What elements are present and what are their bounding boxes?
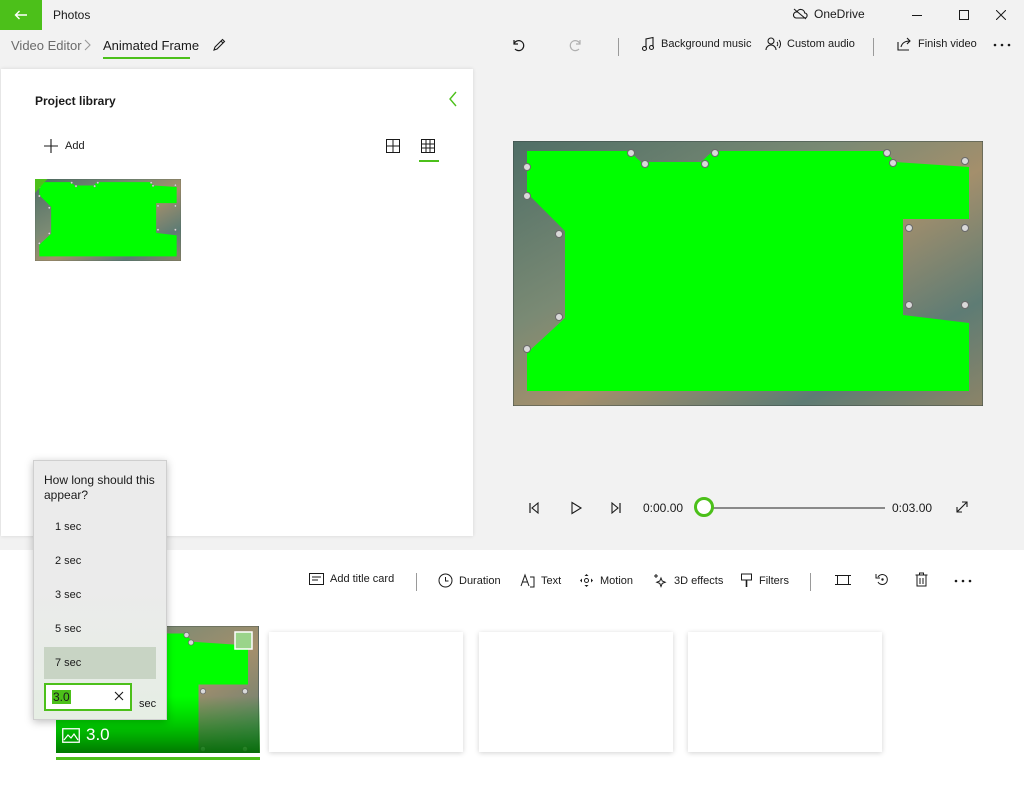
filters-button[interactable]: Filters [740, 573, 789, 588]
add-title-card-label: Add title card [330, 573, 395, 585]
breadcrumb-active-indicator [103, 57, 190, 59]
back-arrow-icon [14, 10, 28, 20]
plus-icon [44, 139, 58, 153]
cloud-offline-icon [792, 8, 808, 20]
duration-option-5[interactable]: 5 sec [44, 613, 156, 645]
seek-handle[interactable] [694, 497, 714, 517]
video-preview [513, 141, 983, 406]
minimize-button[interactable] [894, 0, 940, 30]
custom-audio-label: Custom audio [787, 38, 855, 50]
more-options-icon[interactable] [954, 579, 972, 583]
next-frame-icon[interactable] [609, 501, 623, 515]
duration-option-2[interactable]: 2 sec [44, 545, 156, 577]
toolbar-divider [618, 38, 619, 56]
filter-brush-icon [740, 573, 753, 588]
custom-audio-button[interactable]: Custom audio [765, 36, 855, 52]
title-card-icon [309, 573, 324, 585]
delete-icon[interactable] [915, 572, 928, 587]
duration-flyout: How long should this appear? 1 sec 2 sec… [33, 460, 167, 720]
redo-icon[interactable] [568, 37, 584, 53]
minimize-icon [912, 10, 922, 20]
background-music-label: Background music [661, 38, 752, 50]
play-icon[interactable] [569, 501, 583, 515]
duration-button[interactable]: Duration [438, 573, 501, 588]
finish-video-label: Finish video [918, 38, 977, 50]
background-music-button[interactable]: Background music [641, 36, 752, 52]
back-button[interactable] [0, 0, 42, 30]
3d-effects-button[interactable]: 3D effects [653, 573, 723, 588]
clip-duration-label: 3.0 [62, 725, 110, 745]
3d-effects-label: 3D effects [674, 574, 724, 587]
small-grid-view-icon[interactable] [421, 139, 435, 153]
toolbar-divider [873, 38, 874, 56]
add-media-button[interactable]: Add [44, 139, 85, 153]
current-time: 0:00.00 [643, 501, 684, 515]
breadcrumb-video-editor[interactable]: Video Editor [11, 38, 82, 53]
clear-icon[interactable] [114, 691, 124, 701]
rotate-icon[interactable] [875, 572, 890, 587]
maximize-icon [959, 10, 969, 20]
clip-duration-value: 3.0 [86, 725, 110, 744]
total-time: 0:03.00 [892, 501, 933, 515]
duration-label: Duration [459, 574, 501, 587]
duration-unit: sec [139, 698, 157, 710]
filters-label: Filters [759, 574, 789, 587]
duration-input[interactable]: 3.0 [44, 683, 132, 711]
duration-option-1[interactable]: 1 sec [44, 511, 156, 543]
expand-icon[interactable] [955, 500, 969, 514]
large-grid-view-icon[interactable] [386, 139, 400, 153]
editor-toolbar: Video Editor Animated Frame Background m… [0, 30, 1024, 68]
close-button[interactable] [978, 0, 1024, 30]
clip-selected-indicator [56, 757, 260, 760]
duration-option-7[interactable]: 7 sec [44, 647, 156, 679]
finish-video-button[interactable]: Finish video [896, 36, 977, 52]
duration-option-3[interactable]: 3 sec [44, 579, 156, 611]
image-icon [62, 727, 80, 743]
text-icon [520, 573, 535, 588]
text-label: Text [541, 574, 562, 587]
text-button[interactable]: Text [520, 573, 561, 588]
add-label: Add [65, 140, 85, 152]
storyboard-empty-slot[interactable] [479, 632, 673, 752]
breadcrumb-project-name[interactable]: Animated Frame [103, 38, 199, 53]
title-bar: Photos OneDrive [0, 0, 1024, 30]
motion-icon [579, 573, 594, 588]
close-icon [996, 10, 1006, 20]
previous-frame-icon[interactable] [527, 501, 541, 515]
library-media-thumbnail[interactable] [35, 179, 181, 261]
clock-icon [438, 573, 453, 588]
share-export-icon [896, 36, 912, 52]
chevron-left-icon[interactable] [448, 91, 458, 107]
pencil-icon[interactable] [211, 37, 227, 53]
crop-resize-icon[interactable] [835, 573, 851, 587]
motion-button[interactable]: Motion [579, 573, 633, 588]
storyboard-empty-slot[interactable] [269, 632, 463, 752]
person-audio-icon [765, 36, 781, 52]
storyboard-empty-slot[interactable] [688, 632, 882, 752]
duration-question: How long should this appear? [44, 473, 155, 502]
view-active-indicator [419, 160, 439, 162]
sparkle-icon [653, 573, 668, 588]
app-title: Photos [53, 8, 91, 22]
duration-input-value: 3.0 [52, 690, 71, 704]
storyboard-divider [810, 573, 811, 591]
undo-icon[interactable] [510, 37, 526, 53]
add-title-card-button[interactable]: Add title card [309, 573, 394, 585]
seek-bar[interactable] [711, 507, 885, 509]
motion-label: Motion [600, 574, 634, 587]
storyboard-divider [416, 573, 417, 591]
project-library-title: Project library [35, 94, 116, 108]
music-note-icon [641, 36, 655, 52]
onedrive-button[interactable]: OneDrive [792, 7, 865, 21]
more-options-icon[interactable] [993, 43, 1011, 47]
onedrive-label: OneDrive [814, 7, 865, 21]
chevron-right-icon [83, 39, 91, 51]
